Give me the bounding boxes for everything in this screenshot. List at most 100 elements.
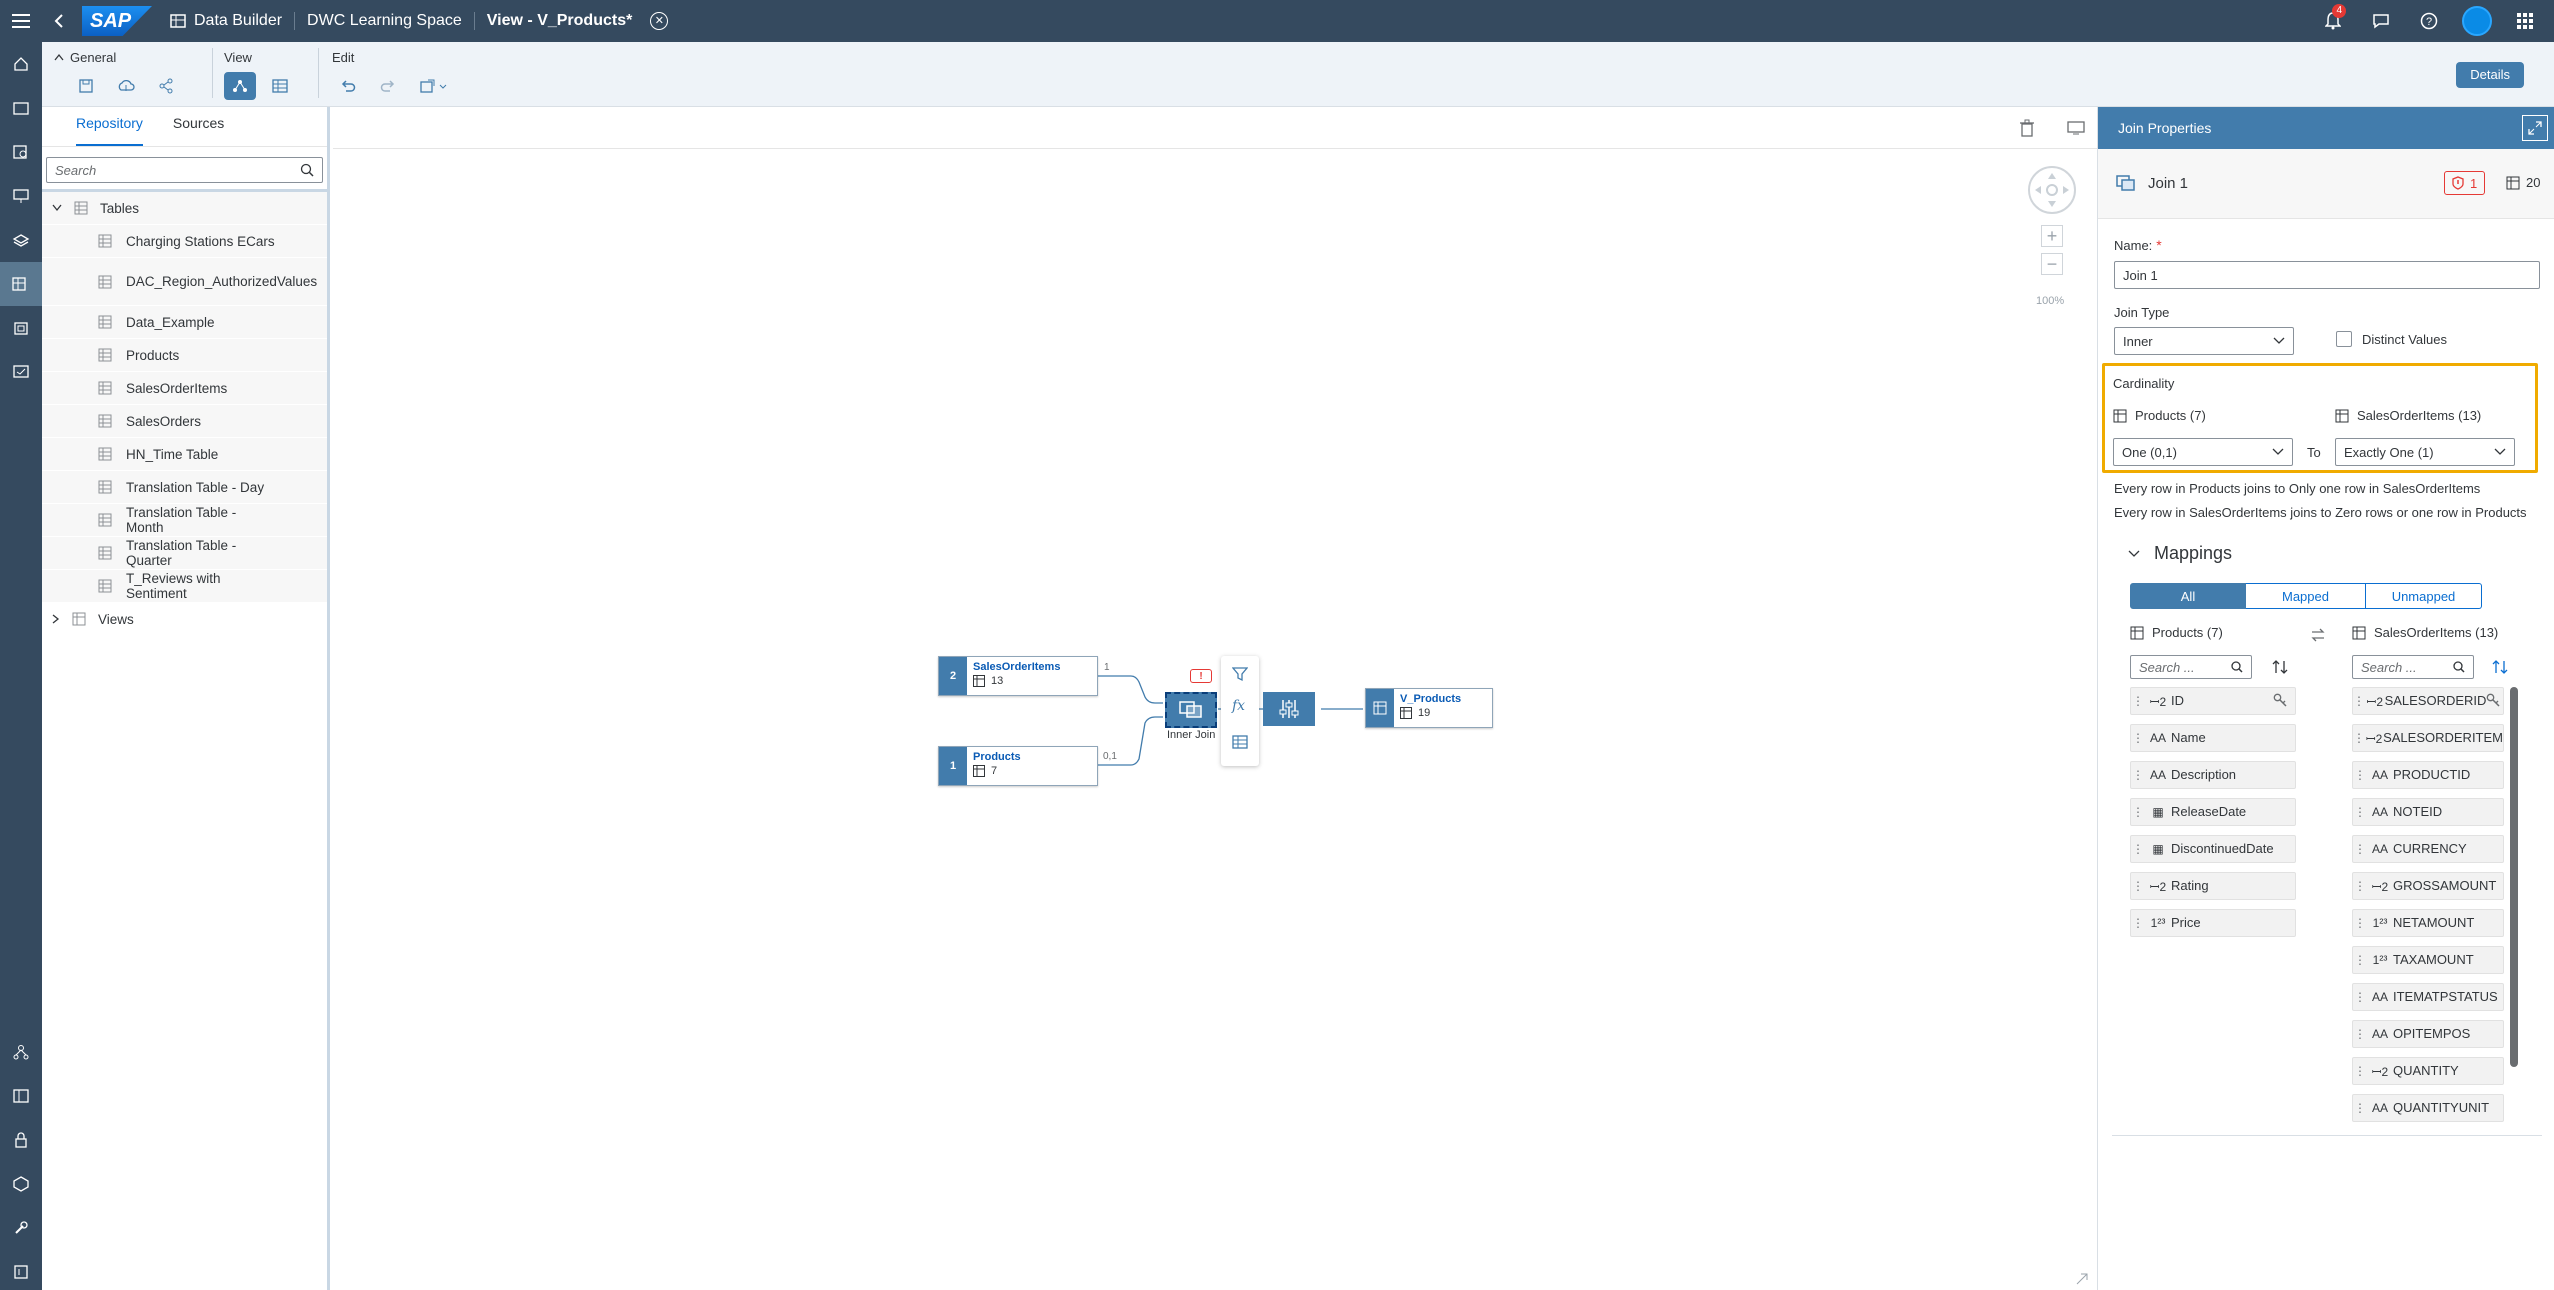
mappings-header[interactable]: Mappings <box>2128 543 2232 564</box>
column-item[interactable]: ⋮ AA PRODUCTID <box>2352 761 2504 789</box>
projection-node[interactable] <box>1263 692 1315 726</box>
folder-icon[interactable] <box>0 86 42 130</box>
business-builder-icon[interactable] <box>0 306 42 350</box>
join-error-icon[interactable]: ! <box>1190 669 1212 683</box>
node-products[interactable]: 1 Products 7 <box>938 746 1098 786</box>
expand-icon[interactable] <box>2522 115 2548 141</box>
tree-item[interactable]: SalesOrderItems <box>42 372 327 405</box>
drag-handle-icon[interactable]: ⋮ <box>2131 731 2145 745</box>
tree-item[interactable]: Data_Example <box>42 306 327 339</box>
drag-handle-icon[interactable]: ⋮ <box>2131 879 2145 893</box>
column-item[interactable]: ⋮ 1²³ TAXAMOUNT <box>2352 946 2504 974</box>
filter-icon[interactable] <box>1232 666 1248 682</box>
column-item[interactable]: ⋮ ▦ ReleaseDate <box>2130 798 2296 826</box>
sort-icon[interactable] <box>2492 659 2508 675</box>
search-icon[interactable] <box>300 163 314 177</box>
drag-handle-icon[interactable]: ⋮ <box>2353 1101 2367 1115</box>
collapse-icon[interactable] <box>54 53 64 61</box>
column-item[interactable]: ⋮ 1²³ NETAMOUNT <box>2352 909 2504 937</box>
user-avatar[interactable] <box>2456 0 2498 42</box>
tree-item[interactable]: T_Reviews with Sentiment <box>42 570 327 603</box>
security-icon[interactable] <box>0 1118 42 1162</box>
table-view-icon[interactable] <box>264 72 296 100</box>
back-icon[interactable] <box>42 0 76 42</box>
name-input[interactable]: Join 1 <box>2114 261 2540 289</box>
right-column-list[interactable]: ⋮ ꟷ2 SALESORDERID ⋮ ꟷ2 SALESORDERITEM ⋮ AA PRODU… <box>2352 685 2522 1225</box>
close-tab-icon[interactable]: ✕ <box>650 12 669 30</box>
diagram-view-icon[interactable] <box>224 72 256 100</box>
drag-handle-icon[interactable]: ⋮ <box>2353 990 2367 1004</box>
drag-handle-icon[interactable]: ⋮ <box>2353 953 2367 967</box>
space-management-icon[interactable] <box>0 218 42 262</box>
deploy-icon[interactable] <box>110 72 142 100</box>
network-icon[interactable] <box>0 1030 42 1074</box>
feedback-icon[interactable] <box>2360 0 2402 42</box>
projection-icon[interactable] <box>1232 734 1248 750</box>
filter-all-button[interactable]: All <box>2130 583 2246 609</box>
sort-icon[interactable] <box>2272 659 2288 675</box>
column-item[interactable]: ⋮ AA QUANTITYUNIT <box>2352 1094 2504 1122</box>
column-item[interactable]: ⋮ AA NOTEID <box>2352 798 2504 826</box>
node-salesorderitems[interactable]: 2 SalesOrderItems 13 <box>938 656 1098 696</box>
diagram-canvas[interactable]: + − 100% 2 SalesOrderItems 13 1 1 Produc… <box>333 107 2097 1290</box>
tree-item[interactable]: Translation Table - Day <box>42 471 327 504</box>
join-node[interactable] <box>1165 692 1217 728</box>
drag-handle-icon[interactable]: ⋮ <box>2353 916 2367 930</box>
drag-handle-icon[interactable]: ⋮ <box>2353 1064 2367 1078</box>
error-badge[interactable]: 1 <box>2444 171 2486 195</box>
drag-handle-icon[interactable]: ⋮ <box>2353 694 2365 708</box>
discovery-icon[interactable] <box>0 130 42 174</box>
column-item[interactable]: ⋮ AA CURRENCY <box>2352 835 2504 863</box>
calculated-column-icon[interactable]: fx <box>1232 698 1245 714</box>
column-item[interactable]: ⋮ AA Description <box>2130 761 2296 789</box>
tools-icon[interactable] <box>0 1206 42 1250</box>
drag-handle-icon[interactable]: ⋮ <box>2131 842 2145 856</box>
details-button[interactable]: Details <box>2456 62 2524 88</box>
tree-item[interactable]: Products <box>42 339 327 372</box>
breadcrumb-space[interactable]: DWC Learning Space <box>295 12 475 30</box>
scrollbar[interactable] <box>2510 687 2518 1067</box>
drag-handle-icon[interactable]: ⋮ <box>2353 1027 2367 1041</box>
presentation-icon[interactable] <box>0 174 42 218</box>
tab-repository[interactable]: Repository <box>76 107 143 146</box>
right-cardinality-select[interactable]: Exactly One (1) <box>2335 438 2515 466</box>
help-icon[interactable]: ? <box>2408 0 2450 42</box>
notification-icon[interactable]: 4 <box>2312 0 2354 42</box>
drag-handle-icon[interactable]: ⋮ <box>2131 694 2145 708</box>
tree-item[interactable]: Charging Stations ECars <box>42 225 327 258</box>
filter-unmapped-button[interactable]: Unmapped <box>2366 583 2482 609</box>
undo-icon[interactable] <box>332 72 364 100</box>
node-output-view[interactable]: V_Products 19 <box>1365 688 1493 728</box>
column-item[interactable]: ⋮ ꟷ2 SALESORDERID <box>2352 687 2504 715</box>
menu-icon[interactable] <box>0 0 42 42</box>
data-access-icon[interactable] <box>0 350 42 394</box>
transport-icon[interactable] <box>0 1162 42 1206</box>
home-icon[interactable] <box>0 42 42 86</box>
data-builder-icon[interactable] <box>0 262 42 306</box>
drag-handle-icon[interactable]: ⋮ <box>2353 879 2367 893</box>
swap-icon[interactable] <box>2310 627 2326 643</box>
catalog-icon[interactable] <box>0 1074 42 1118</box>
chevron-right-icon[interactable] <box>52 614 60 624</box>
tree-item[interactable]: SalesOrders <box>42 405 327 438</box>
column-item[interactable]: ⋮ ꟷ2 ID <box>2130 687 2296 715</box>
tab-sources[interactable]: Sources <box>173 107 224 146</box>
drag-handle-icon[interactable]: ⋮ <box>2353 731 2365 745</box>
breadcrumb-data-builder[interactable]: Data Builder <box>158 12 296 30</box>
column-item[interactable]: ⋮ ꟷ2 Rating <box>2130 872 2296 900</box>
save-icon[interactable] <box>70 72 102 100</box>
repository-search-input[interactable]: Search <box>46 157 323 183</box>
tree-node-tables[interactable]: Tables <box>42 192 327 225</box>
drag-handle-icon[interactable]: ⋮ <box>2131 916 2145 930</box>
drag-handle-icon[interactable]: ⋮ <box>2131 805 2145 819</box>
tree-item[interactable]: DAC_Region_AuthorizedValues <box>42 258 327 306</box>
column-item[interactable]: ⋮ AA Name <box>2130 724 2296 752</box>
product-switch-icon[interactable] <box>2504 0 2546 42</box>
tree-node-views[interactable]: Views <box>42 603 327 636</box>
system-icon[interactable] <box>0 1250 42 1290</box>
column-item[interactable]: ⋮ ꟷ2 QUANTITY <box>2352 1057 2504 1085</box>
column-item[interactable]: ⋮ 1²³ Price <box>2130 909 2296 937</box>
column-item[interactable]: ⋮ ꟷ2 GROSSAMOUNT <box>2352 872 2504 900</box>
column-item[interactable]: ⋮ AA ITEMATPSTATUS <box>2352 983 2504 1011</box>
distinct-values-checkbox[interactable]: Distinct Values <box>2336 331 2447 347</box>
